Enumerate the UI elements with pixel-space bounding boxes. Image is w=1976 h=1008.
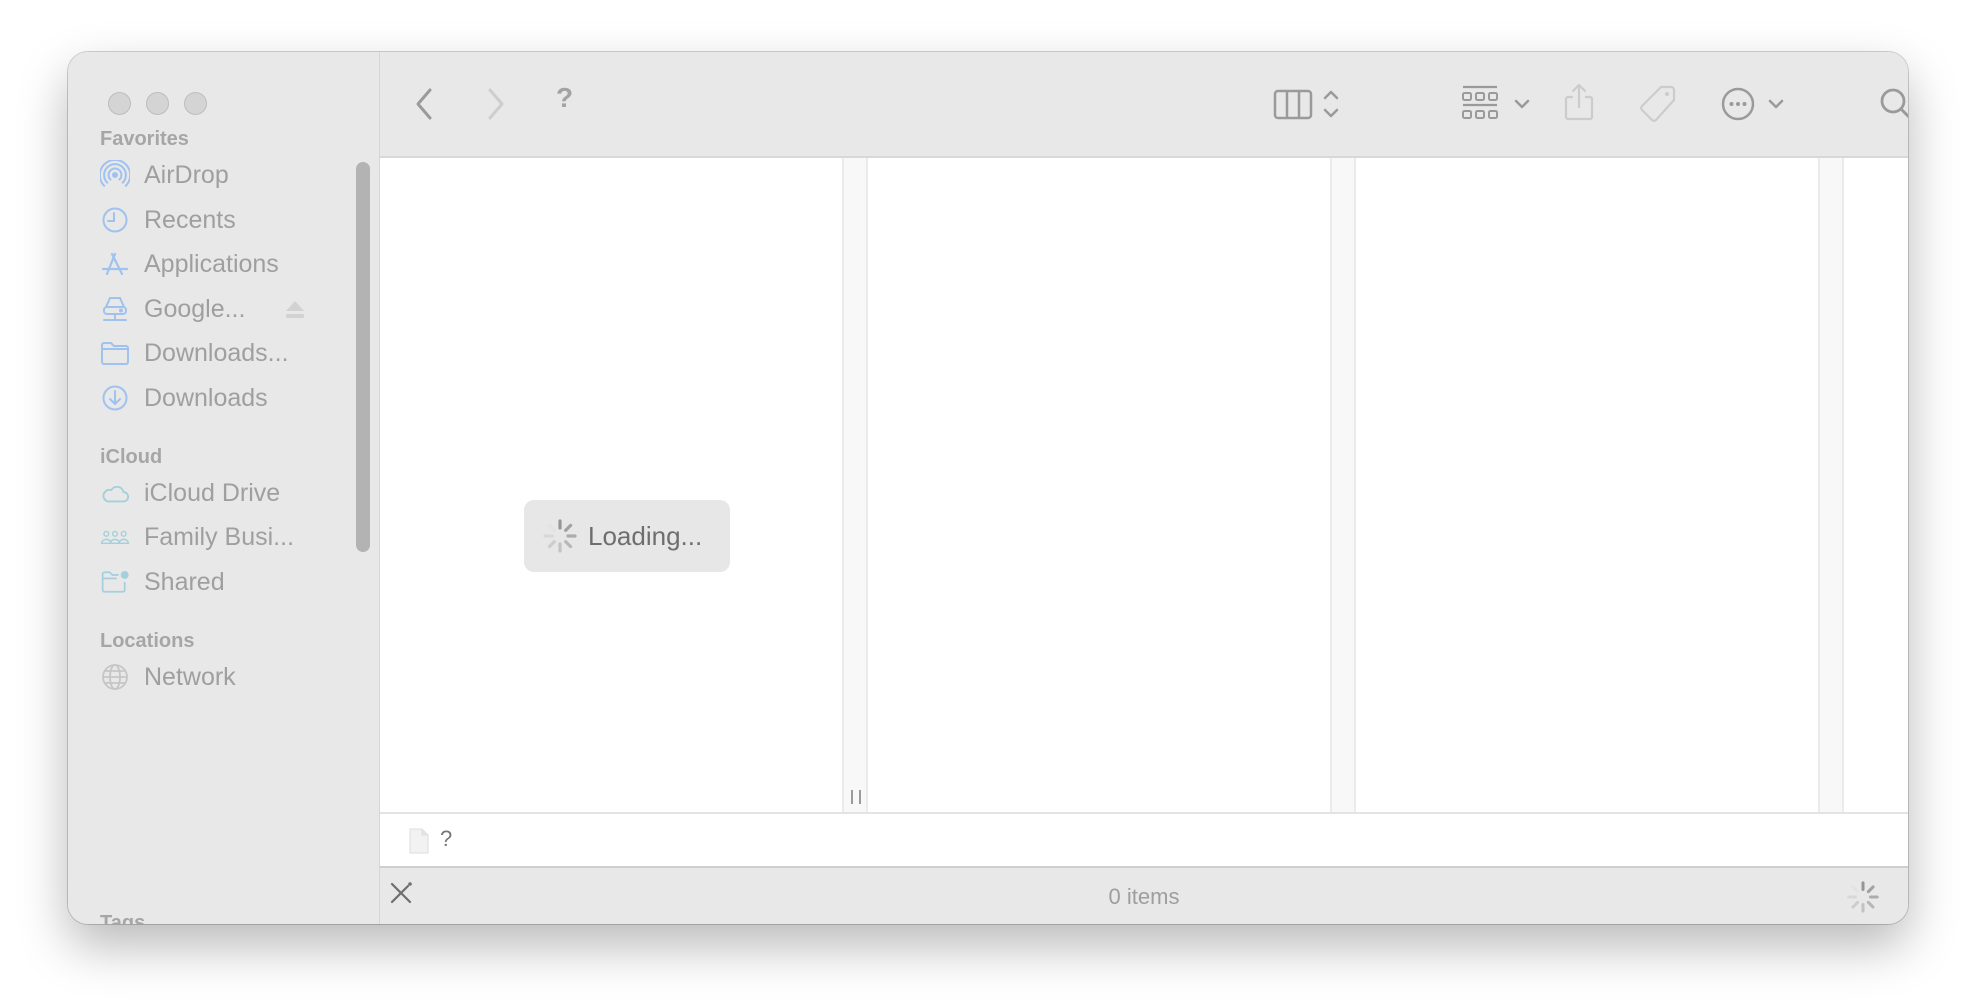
status-bar: 0 items bbox=[380, 866, 1908, 924]
sidebar-item-label: iCloud Drive bbox=[144, 478, 281, 507]
column-resize-handle[interactable] bbox=[851, 790, 861, 804]
spinner-spoke bbox=[564, 540, 573, 549]
sidebar-item-label: Applications bbox=[144, 249, 279, 278]
spinner-spoke bbox=[1866, 885, 1875, 894]
window-title: ? bbox=[556, 82, 574, 113]
spinner-spoke bbox=[547, 523, 556, 532]
path-bar: ? bbox=[380, 812, 1908, 868]
sidebar-item-label: AirDrop bbox=[144, 160, 229, 189]
globe-icon bbox=[100, 662, 130, 692]
airdrop-icon bbox=[100, 160, 130, 190]
shared-folder-icon bbox=[100, 567, 130, 597]
column-divider[interactable] bbox=[1330, 158, 1356, 812]
spinner-icon bbox=[1846, 880, 1880, 919]
section-title-tags: Tags bbox=[100, 912, 146, 924]
eject-button[interactable] bbox=[284, 300, 306, 320]
download-icon bbox=[100, 383, 130, 413]
view-mode-button[interactable] bbox=[1272, 82, 1342, 126]
path-item[interactable]: ? bbox=[440, 826, 452, 852]
more-actions-button[interactable] bbox=[1720, 82, 1786, 126]
sidebar-item-label: Shared bbox=[144, 567, 225, 596]
columns-view-icon bbox=[1273, 89, 1313, 120]
forward-button[interactable] bbox=[482, 84, 510, 124]
network-drive-icon bbox=[100, 294, 130, 324]
sidebar: Favorites AirDrop Recents Applications G… bbox=[68, 52, 380, 924]
sidebar-item-family[interactable]: Family Busi... bbox=[100, 517, 350, 557]
close-button[interactable] bbox=[108, 92, 131, 115]
loading-text: Loading... bbox=[588, 520, 703, 551]
sidebar-item-network[interactable]: Network bbox=[100, 657, 350, 697]
chevron-updown-icon bbox=[1323, 90, 1339, 118]
share-icon bbox=[1564, 83, 1594, 121]
item-count: 0 items bbox=[1108, 884, 1180, 909]
sidebar-item-applications[interactable]: Applications bbox=[100, 244, 350, 284]
sidebar-item-google-drive[interactable]: Google... bbox=[100, 289, 350, 329]
applications-icon bbox=[100, 249, 130, 279]
tag-icon bbox=[1640, 85, 1676, 122]
spinner-spoke bbox=[564, 523, 573, 532]
sidebar-item-label: Google... bbox=[144, 294, 246, 323]
section-title-favorites: Favorites bbox=[100, 128, 189, 150]
column-divider[interactable] bbox=[1818, 158, 1844, 812]
section-title-locations: Locations bbox=[100, 630, 195, 652]
search-button[interactable] bbox=[1876, 82, 1908, 126]
cloud-icon bbox=[100, 478, 130, 508]
spinner-spoke bbox=[1851, 885, 1860, 894]
sidebar-item-shared[interactable]: Shared bbox=[100, 562, 350, 602]
loading-indicator: Loading... bbox=[524, 500, 730, 572]
search-icon bbox=[1880, 88, 1908, 119]
spinner-spoke bbox=[1851, 900, 1860, 909]
back-button[interactable] bbox=[410, 84, 438, 124]
spinner-spoke bbox=[547, 540, 556, 549]
tags-button[interactable] bbox=[1638, 82, 1678, 126]
sidebar-item-label: Downloads... bbox=[144, 338, 289, 367]
sidebar-item-recents[interactable]: Recents bbox=[100, 200, 350, 240]
sidebar-item-label: Family Busi... bbox=[144, 522, 295, 551]
share-button[interactable] bbox=[1562, 80, 1596, 124]
clock-icon bbox=[100, 205, 130, 235]
sidebar-item-icloud-drive[interactable]: iCloud Drive bbox=[100, 473, 350, 513]
eject-icon bbox=[286, 301, 304, 318]
column-browser: Loading... bbox=[380, 158, 1908, 812]
ellipsis-circle-icon bbox=[1721, 87, 1755, 121]
group-grid-icon bbox=[1462, 85, 1498, 119]
spinner-icon bbox=[542, 518, 578, 554]
window-controls bbox=[108, 92, 207, 115]
document-icon bbox=[408, 828, 430, 859]
chevron-right-icon bbox=[488, 88, 504, 120]
column-2[interactable] bbox=[868, 158, 1330, 812]
sidebar-item-label: Network bbox=[144, 662, 236, 691]
minimize-button[interactable] bbox=[146, 92, 169, 115]
toolbar: ? bbox=[380, 52, 1908, 158]
column-4[interactable] bbox=[1844, 158, 1908, 812]
sidebar-item-label: Recents bbox=[144, 205, 236, 234]
sidebar-scrollbar[interactable] bbox=[356, 162, 370, 552]
column-divider[interactable] bbox=[842, 158, 868, 812]
column-1[interactable]: Loading... bbox=[380, 158, 842, 812]
finder-window: Favorites AirDrop Recents Applications G… bbox=[68, 52, 1908, 924]
sidebar-item-downloads-folder[interactable]: Downloads... bbox=[100, 333, 350, 373]
folder-icon bbox=[100, 338, 130, 368]
people-icon bbox=[100, 522, 130, 552]
sidebar-item-downloads[interactable]: Downloads bbox=[100, 378, 350, 418]
group-button[interactable] bbox=[1456, 82, 1536, 126]
zoom-button[interactable] bbox=[184, 92, 207, 115]
chevron-down-icon bbox=[1768, 99, 1784, 109]
section-title-icloud: iCloud bbox=[100, 446, 163, 468]
sidebar-item-label: Downloads bbox=[144, 383, 268, 412]
sidebar-item-airdrop[interactable]: AirDrop bbox=[100, 155, 350, 195]
chevron-down-icon bbox=[1514, 99, 1530, 109]
spinner-spoke bbox=[1866, 900, 1875, 909]
chevron-left-icon bbox=[416, 88, 432, 120]
column-3[interactable] bbox=[1356, 158, 1818, 812]
